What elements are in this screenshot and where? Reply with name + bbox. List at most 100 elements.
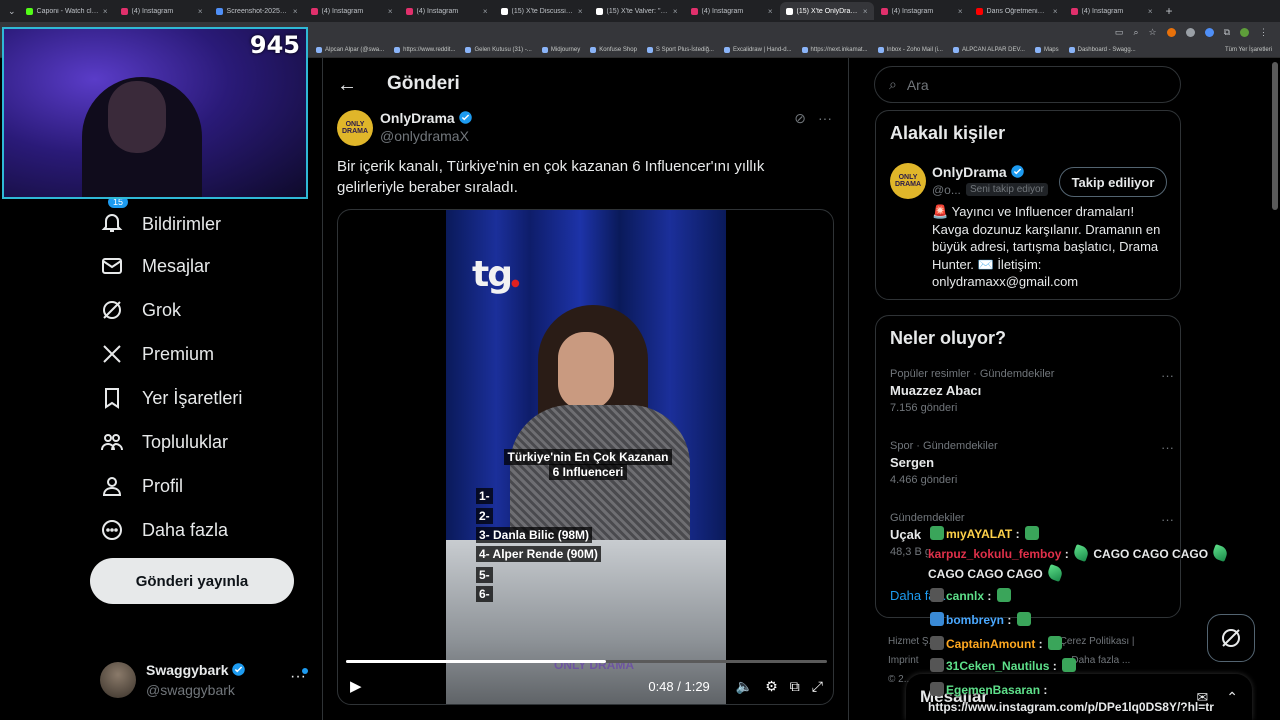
nav-communities[interactable]: Topluluklar: [100, 430, 228, 454]
extensions-puzzle-icon[interactable]: ⧉: [1224, 27, 1230, 38]
author-name-row[interactable]: OnlyDrama: [380, 110, 473, 126]
bookmark-item[interactable]: Alpcan Alpar (@swa...: [316, 46, 384, 53]
more-horizontal-icon[interactable]: ···: [1161, 440, 1174, 455]
page-scrollbar[interactable]: [1272, 62, 1278, 210]
video-player[interactable]: tg● Türkiye'nin En Çok Kazanan 6 Influen…: [337, 209, 834, 705]
picture-in-picture-icon[interactable]: ⧉: [790, 678, 800, 695]
nav-label: Topluluklar: [142, 431, 229, 452]
bookmark-item[interactable]: S Sport Plus-İstediğ...: [646, 46, 714, 53]
grok-icon[interactable]: ⊘: [794, 110, 806, 127]
search-page-icon[interactable]: ⌕: [1133, 27, 1138, 38]
profile-avatar-icon[interactable]: [1240, 27, 1249, 37]
bookmark-item[interactable]: Gelen Kutusu (31) -...: [465, 46, 532, 53]
more-horizontal-icon[interactable]: ···: [1161, 368, 1174, 383]
trend-item[interactable]: Spor · Gündemdekiler Sergen 4.466 gönder…: [890, 440, 1174, 486]
bookmark-item[interactable]: Konfuse Shop: [590, 46, 637, 53]
nav-premium[interactable]: Premium: [100, 342, 214, 366]
browser-tab[interactable]: (4) Instagram ×: [875, 2, 969, 20]
tab-close-icon[interactable]: ×: [578, 7, 583, 16]
more-horizontal-icon[interactable]: ···: [1161, 512, 1174, 527]
all-bookmarks-link[interactable]: Tüm Yer İşaretleri: [1225, 47, 1280, 53]
related-name-row[interactable]: OnlyDrama: [932, 164, 1025, 180]
cast-icon[interactable]: ▭: [1115, 27, 1124, 38]
related-people-card: Alakalı kişiler ONLY DRAMA OnlyDrama @o.…: [875, 110, 1181, 300]
tab-close-icon[interactable]: ×: [1053, 7, 1058, 16]
fullscreen-icon[interactable]: ⤢: [812, 678, 823, 695]
tab-close-icon[interactable]: ×: [198, 7, 203, 16]
post-button[interactable]: Gönderi yayınla: [90, 558, 294, 604]
bookmark-item[interactable]: https://next.inkamat...: [801, 46, 868, 53]
tab-title: (4) Instagram: [1081, 7, 1124, 15]
nav-notifications[interactable]: 15 Bildirimler: [100, 196, 221, 239]
browser-menu-icon[interactable]: ⌄: [8, 6, 16, 17]
play-icon[interactable]: ▶: [350, 677, 362, 695]
chat-emote-icon: [1024, 526, 1039, 540]
post-actions: ⊘ ···: [794, 110, 832, 127]
tab-favicon-icon: [500, 7, 508, 15]
volume-icon[interactable]: 🔈: [736, 678, 753, 695]
nav-more[interactable]: Daha fazla: [100, 518, 228, 542]
tab-close-icon[interactable]: ×: [673, 7, 678, 16]
bookmark-favicon-icon: [646, 46, 653, 53]
chat-link-text[interactable]: https://www.instagram.com/p/DPe1lq0DS8Y/…: [928, 700, 1214, 714]
tab-favicon-icon: [595, 7, 603, 15]
browser-tab[interactable]: (4) Instagram ×: [400, 2, 494, 20]
tab-close-icon[interactable]: ×: [388, 7, 393, 16]
browser-tab[interactable]: Caponi - Watch clips ×: [20, 2, 114, 20]
bookmark-item[interactable]: Maps: [1034, 46, 1059, 53]
more-horizontal-icon[interactable]: ···: [818, 110, 832, 127]
tab-close-icon[interactable]: ×: [103, 7, 108, 16]
bookmark-item[interactable]: Excalidraw | Hand-d...: [723, 46, 792, 53]
browser-tab[interactable]: Dans Öğretmenim Jer ×: [970, 2, 1064, 20]
tab-title: Caponi - Watch clips: [36, 7, 99, 15]
browser-tab[interactable]: (4) Instagram ×: [305, 2, 399, 20]
browser-tab[interactable]: (15) X'te Valver: "Anne ×: [590, 2, 684, 20]
grok-floating-button[interactable]: [1207, 614, 1255, 662]
nav-messages[interactable]: Mesajlar: [100, 254, 210, 278]
browser-tab[interactable]: (4) Instagram ×: [1065, 2, 1159, 20]
bookmark-item[interactable]: ALPCAN ALPAR DEV...: [952, 46, 1025, 53]
chat-emote-icon: [1046, 564, 1064, 582]
bookmark-item[interactable]: Midjourney: [541, 46, 580, 53]
extension-icon[interactable]: [1185, 27, 1195, 37]
tab-close-icon[interactable]: ×: [958, 7, 963, 16]
settings-gear-icon[interactable]: ⚙: [765, 678, 778, 695]
star-bookmark-icon[interactable]: ☆: [1148, 27, 1156, 38]
footer-link[interactable]: Imprint: [888, 655, 919, 666]
browser-tab[interactable]: Screenshot-2025-11-1 ×: [210, 2, 304, 20]
chat-username: bombreyn: [946, 613, 1005, 627]
search-input[interactable]: [906, 76, 1147, 93]
tab-close-icon[interactable]: ×: [768, 7, 773, 16]
author-handle[interactable]: @onlydramaX: [380, 128, 469, 144]
related-name: OnlyDrama: [932, 164, 1007, 180]
tab-close-icon[interactable]: ×: [293, 7, 298, 16]
browser-tab[interactable]: (15) X'te OnlyDrama: " ×: [779, 2, 874, 20]
browser-tab[interactable]: (4) Instagram ×: [115, 2, 209, 20]
rank-item: 2-: [476, 508, 493, 524]
search-box[interactable]: ⌕: [874, 66, 1181, 103]
nav-grok[interactable]: Grok: [100, 298, 181, 322]
related-handle[interactable]: @o...: [932, 183, 961, 197]
account-switcher[interactable]: Swaggybark @swaggybark ···: [100, 660, 312, 700]
browser-tab[interactable]: (4) Instagram ×: [685, 2, 779, 20]
extension-icon[interactable]: [1166, 27, 1176, 37]
extension-icon[interactable]: [1204, 27, 1214, 37]
trend-item[interactable]: Popüler resimler · Gündemdekiler Muazzez…: [890, 368, 1174, 414]
following-button[interactable]: Takip ediliyor: [1059, 167, 1167, 197]
tab-close-icon[interactable]: ×: [1148, 7, 1153, 16]
new-tab-icon[interactable]: +: [1166, 4, 1173, 18]
author-avatar[interactable]: ONLY DRAMA: [337, 110, 373, 146]
tab-close-icon[interactable]: ×: [863, 7, 868, 16]
bookmark-item[interactable]: Dashboard - Swagg...: [1068, 46, 1136, 53]
tab-close-icon[interactable]: ×: [483, 7, 488, 16]
nav-bookmarks[interactable]: Yer İşaretleri: [100, 386, 242, 410]
video-progress-bar[interactable]: [346, 660, 827, 663]
bookmark-item[interactable]: https://www.reddit...: [394, 46, 455, 53]
back-arrow-icon[interactable]: ←: [337, 74, 357, 97]
browser-more-icon[interactable]: ⋮: [1259, 27, 1268, 38]
bookmark-label: Inbox - Zoho Mail (i...: [886, 46, 943, 53]
nav-profile[interactable]: Profil: [100, 474, 183, 498]
bookmark-item[interactable]: Inbox - Zoho Mail (i...: [877, 46, 943, 53]
related-avatar[interactable]: ONLY DRAMA: [890, 163, 926, 199]
browser-tab[interactable]: (15) X'te DiscussingFil ×: [495, 2, 589, 20]
